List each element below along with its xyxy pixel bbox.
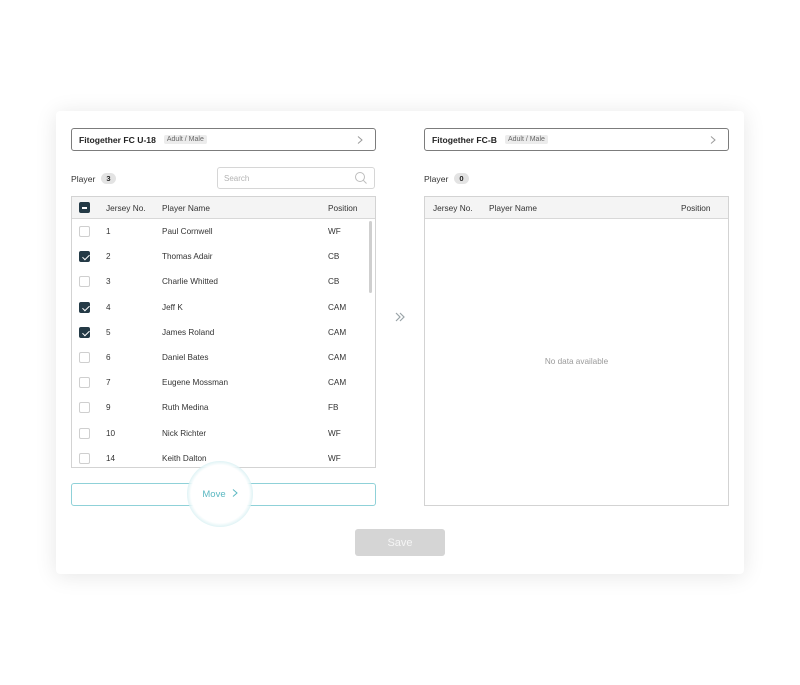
cell-position: CB: [328, 277, 340, 287]
table-header: Jersey No. Player Name Position: [425, 197, 728, 219]
cell-player-name: James Roland: [162, 327, 215, 337]
row-checkbox[interactable]: [79, 251, 90, 263]
table-row[interactable]: 5 James Roland CAM: [72, 320, 375, 345]
cell-jersey: 3: [106, 277, 111, 287]
right-team-select[interactable]: Fitogether FC-B Adult / Male: [424, 128, 729, 151]
cell-jersey: 4: [106, 302, 111, 312]
table-body: 1 Paul Cornwell WF 2 Thomas Adair CB 3 Charlie …: [72, 219, 375, 467]
column-header-position: Position: [681, 203, 711, 213]
chevron-right-icon: [232, 489, 238, 500]
cell-position: FB: [328, 403, 339, 413]
cell-player-name: Thomas Adair: [162, 252, 213, 262]
right-team-name: Fitogether FC-B: [432, 134, 497, 145]
move-button-label[interactable]: Move: [187, 489, 253, 500]
cell-player-name: Ruth Medina: [162, 403, 209, 413]
cell-position: CAM: [328, 352, 347, 362]
double-chevron-right-icon[interactable]: [394, 310, 406, 322]
table-header: Jersey No. Player Name Position: [72, 197, 375, 219]
right-player-label: Player 0: [424, 173, 469, 184]
cell-jersey: 7: [106, 378, 111, 388]
column-header-jersey: Jersey No.: [433, 203, 473, 213]
row-checkbox[interactable]: [79, 351, 90, 363]
table-row[interactable]: 4 Jeff K CAM: [72, 295, 375, 320]
cell-player-name: Charlie Whitted: [162, 277, 218, 287]
search-input[interactable]: [224, 173, 344, 183]
column-header-position: Position: [328, 203, 358, 213]
cell-player-name: Daniel Bates: [162, 352, 209, 362]
column-header-name: Player Name: [489, 203, 537, 213]
cell-jersey: 9: [106, 403, 111, 413]
cell-jersey: 6: [106, 352, 111, 362]
cell-position: WF: [328, 227, 341, 236]
table-row[interactable]: 2 Thomas Adair CB: [72, 244, 375, 269]
save-button[interactable]: Save: [355, 529, 445, 556]
select-all-checkbox[interactable]: [79, 202, 90, 213]
table-row[interactable]: 3 Charlie Whitted CB: [72, 269, 375, 294]
chevron-right-icon: [708, 135, 718, 145]
cell-position: CAM: [328, 378, 347, 388]
left-player-label-text: Player: [71, 173, 96, 184]
table-row[interactable]: 1 Paul Cornwell WF: [72, 219, 375, 244]
left-player-count-badge: 3: [101, 173, 116, 184]
cell-player-name: Keith Dalton: [162, 453, 207, 463]
right-player-count-badge: 0: [454, 173, 469, 184]
cell-player-name: Nick Richter: [162, 428, 207, 438]
column-header-jersey: Jersey No.: [106, 203, 146, 213]
cell-jersey: 10: [106, 428, 116, 438]
row-checkbox[interactable]: [79, 427, 90, 439]
cell-player-name: Jeff K: [162, 302, 183, 312]
cell-jersey: 2: [106, 252, 111, 262]
table-row[interactable]: 7 Eugene Mossman CAM: [72, 370, 375, 395]
cell-jersey: 5: [106, 327, 111, 337]
transfer-card: Fitogether FC U-18 Adult / Male Fitogeth…: [56, 111, 744, 574]
cell-position: CAM: [328, 302, 347, 312]
row-checkbox[interactable]: [79, 226, 90, 237]
move-button-text: Move: [202, 489, 226, 500]
left-team-select[interactable]: Fitogether FC U-18 Adult / Male: [71, 128, 376, 151]
cell-position: WF: [328, 453, 341, 463]
right-player-table: Jersey No. Player Name Position No data …: [424, 196, 729, 506]
table-row[interactable]: 9 Ruth Medina FB: [72, 395, 375, 420]
empty-state-text: No data available: [544, 357, 609, 366]
cell-player-name: Paul Cornwell: [162, 227, 213, 236]
column-header-name: Player Name: [162, 203, 210, 213]
row-checkbox[interactable]: [79, 301, 90, 313]
row-checkbox[interactable]: [79, 402, 90, 414]
row-checkbox[interactable]: [79, 377, 90, 389]
left-player-label: Player 3: [71, 173, 116, 184]
cell-position: CAM: [328, 327, 347, 337]
row-checkbox[interactable]: [79, 452, 90, 464]
cell-position: WF: [328, 428, 341, 438]
cell-position: CB: [328, 252, 340, 262]
right-team-tag: Adult / Male: [504, 135, 548, 144]
left-player-table: Jersey No. Player Name Position 1 Paul Co…: [71, 196, 376, 468]
cell-jersey: 14: [106, 453, 116, 463]
table-scrollbar[interactable]: [369, 221, 372, 293]
player-search[interactable]: [217, 167, 375, 189]
search-icon[interactable]: [354, 171, 368, 185]
chevron-right-icon: [355, 135, 365, 145]
table-row[interactable]: 6 Daniel Bates CAM: [72, 345, 375, 370]
right-player-label-text: Player: [424, 173, 449, 184]
table-row[interactable]: 10 Nick Richter WF: [72, 421, 375, 446]
left-team-name: Fitogether FC U-18: [79, 134, 156, 145]
row-checkbox[interactable]: [79, 326, 90, 338]
left-team-tag: Adult / Male: [163, 135, 207, 144]
cell-player-name: Eugene Mossman: [162, 378, 228, 388]
cell-jersey: 1: [106, 227, 111, 236]
row-checkbox[interactable]: [79, 276, 90, 288]
